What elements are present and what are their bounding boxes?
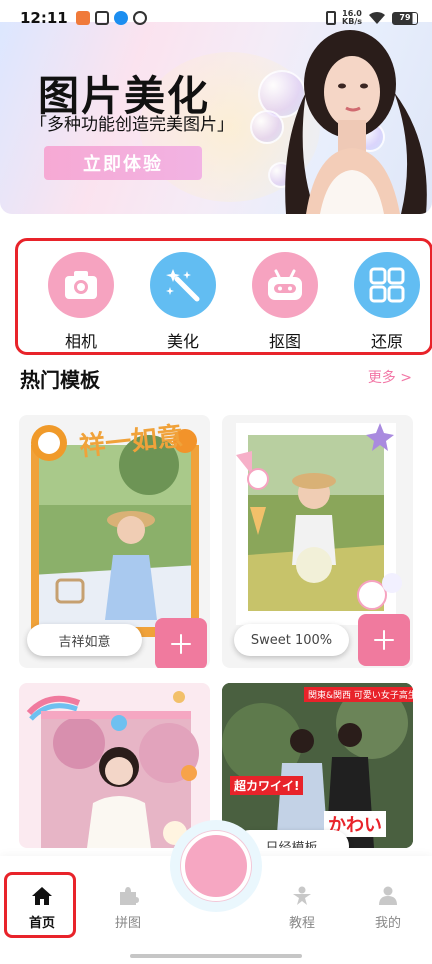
profile-icon [379,886,397,905]
tool-beautify[interactable]: 美化 [148,252,218,352]
app-notification-icon [75,11,90,25]
section-title-hot-templates: 热门模板 [20,368,100,392]
app-notification-icon [132,11,147,25]
more-templates-link[interactable]: 更多 > [368,367,412,387]
status-app-icons [75,11,147,25]
tool-beautify-label: 美化 [166,332,199,351]
app-notification-icon [94,11,109,25]
magic-wand-icon [166,269,200,302]
network-speed-unit: KB/s [342,17,362,26]
battery-icon: 79 [392,11,418,25]
tool-cutout-circle [252,252,318,318]
nav-puzzle-label: 拼图 [114,916,141,931]
nav-home[interactable]: 首页 [12,886,72,931]
tool-cutout[interactable]: 抠图 [250,252,320,352]
tool-camera-label: 相机 [64,332,97,351]
robot-icon [268,269,302,300]
status-system-icons: 16.0 KB/s 79 [326,10,418,26]
app-notification-icon [113,11,128,25]
template-overlay-text: 関東&関西 可愛い女子高生 [304,687,413,702]
promo-banner[interactable]: 图片美化 「多种功能创造完美图片」 立即体验 [0,22,432,214]
add-template-button[interactable] [358,614,410,666]
nav-tutorial-label: 教程 [288,916,315,931]
status-bar: 12:11 16.0 KB/s 79 [0,0,432,36]
template-label: Sweet 100% [234,624,349,656]
network-speed: 16.0 KB/s [342,10,362,26]
nav-profile-label: 我的 [374,916,401,931]
puzzle-icon [120,887,139,905]
template-card[interactable]: 祥一如意 吉祥如意 [19,415,210,668]
template-card[interactable] [19,683,210,848]
wifi-icon [369,11,385,24]
template-overlay-text: 超カワイイ! [230,776,304,795]
template-label: 吉祥如意 [27,624,142,656]
tool-beautify-circle [150,252,216,318]
tool-cutout-label: 抠图 [268,332,301,351]
tool-restore-circle [354,252,420,318]
add-template-button[interactable] [155,618,207,668]
template-preview-image [26,691,199,848]
tool-camera-circle [48,252,114,318]
vibrate-icon [326,11,337,25]
tool-camera[interactable]: 相机 [46,252,116,352]
nav-profile[interactable]: 我的 [358,886,418,931]
nav-puzzle[interactable]: 拼图 [98,886,158,931]
template-card[interactable]: 関東&関西 可愛い女子高生 超カワイイ! かわい 日经模板 [222,683,413,848]
status-time: 12:11 [20,9,68,27]
banner-model-image [285,30,427,214]
template-card[interactable]: Sweet 100% [222,415,413,668]
camera-icon [65,271,97,299]
center-action-button[interactable] [181,831,251,901]
nav-home-label: 首页 [28,916,55,931]
tool-restore-label: 还原 [370,332,403,351]
battery-level: 79 [399,12,411,22]
nav-tutorial[interactable]: 教程 [272,886,332,931]
try-now-button[interactable]: 立即体验 [44,146,202,180]
grid-icon [369,267,405,303]
banner-subtitle: 「多种功能创造完美图片」 [30,115,234,135]
tool-restore[interactable]: 还原 [352,252,422,352]
home-indicator-bar [130,954,302,958]
home-icon [32,887,52,905]
tutorial-person-icon [293,886,311,905]
